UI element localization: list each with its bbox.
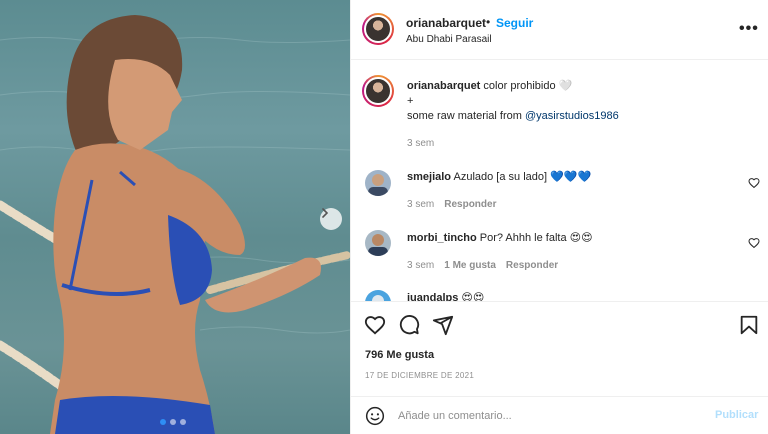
- comment-body: juandalps 😍😍: [407, 291, 484, 301]
- carousel-dot: [180, 419, 186, 425]
- caption-time[interactable]: 3 sem: [407, 138, 434, 149]
- comment-icon[interactable]: [398, 314, 420, 336]
- comment-avatar[interactable]: [365, 170, 391, 196]
- comments-list[interactable]: orianabarquet color prohibido 🤍 + some r…: [351, 61, 768, 301]
- post-comment-button[interactable]: Publicar: [715, 409, 758, 421]
- caption-text: color prohibido 🤍: [483, 80, 573, 92]
- caption-username[interactable]: orianabarquet: [407, 80, 480, 92]
- author-avatar[interactable]: [362, 13, 394, 45]
- post-actions: 796 Me gusta 17 DE DICIEMBRE DE 2021: [351, 301, 768, 396]
- send-icon[interactable]: [432, 314, 454, 336]
- post-photo[interactable]: [0, 0, 350, 434]
- comment-meta: 3 sem 1 Me gusta Responder: [407, 260, 558, 271]
- caption-mention-link[interactable]: @yasirstudios1986: [525, 110, 619, 122]
- likes-count[interactable]: 796 Me gusta: [365, 349, 434, 361]
- comment-likes-count[interactable]: 1 Me gusta: [444, 260, 496, 271]
- comment-like-heart-icon[interactable]: [748, 237, 760, 249]
- comment-input[interactable]: [398, 405, 698, 427]
- comment-like-heart-icon[interactable]: [748, 177, 760, 189]
- header-separator: •: [486, 15, 491, 29]
- caption-line-1: orianabarquet color prohibido 🤍: [407, 79, 572, 94]
- comment-time[interactable]: 3 sem: [407, 199, 434, 210]
- emoji-icon[interactable]: [365, 406, 385, 426]
- author-username[interactable]: orianabarquet: [406, 16, 486, 30]
- post-header: orianabarquet • Seguir Abu Dhabi Parasai…: [351, 0, 768, 60]
- comment-avatar[interactable]: [365, 290, 391, 301]
- carousel-dot: [170, 419, 176, 425]
- more-horizontal-icon[interactable]: •••: [739, 20, 759, 38]
- comment-text: 😍😍: [461, 292, 485, 301]
- caption-line-3: some raw material from @yasirstudios1986: [407, 109, 619, 124]
- comment-body: smejialo Azulado [a su lado] 💙💙💙: [407, 170, 591, 185]
- post-sidebar: orianabarquet • Seguir Abu Dhabi Parasai…: [350, 0, 768, 434]
- comment-body: morbi_tincho Por? Ahhh le falta 😍😍: [407, 231, 593, 246]
- comment-meta: 3 sem Responder: [407, 199, 496, 210]
- caption-line-2: +: [407, 95, 414, 107]
- comment-text: Por? Ahhh le falta 😍😍: [479, 232, 593, 244]
- heart-icon[interactable]: [364, 314, 386, 336]
- chevron-right-icon: [322, 208, 329, 218]
- carousel-next-button[interactable]: [320, 208, 342, 230]
- comment-avatar[interactable]: [365, 230, 391, 256]
- comment-username[interactable]: smejialo: [407, 171, 451, 183]
- post-date[interactable]: 17 DE DICIEMBRE DE 2021: [365, 371, 474, 380]
- photo-artwork: [0, 15, 350, 434]
- carousel-indicator: [160, 419, 186, 425]
- reply-button[interactable]: Responder: [506, 260, 558, 271]
- post-location[interactable]: Abu Dhabi Parasail: [406, 34, 492, 45]
- comment-username[interactable]: juandalps: [407, 292, 458, 301]
- comment-time[interactable]: 3 sem: [407, 260, 434, 271]
- reply-button[interactable]: Responder: [444, 199, 496, 210]
- add-comment-bar: Publicar: [351, 396, 768, 434]
- comment-username[interactable]: morbi_tincho: [407, 232, 477, 244]
- caption-avatar[interactable]: [362, 75, 394, 107]
- carousel-dot-active: [160, 419, 166, 425]
- caption-text-prefix: some raw material from: [407, 110, 525, 122]
- follow-button[interactable]: Seguir: [496, 16, 533, 30]
- comment-text: Azulado [a su lado] 💙💙💙: [453, 171, 592, 183]
- bookmark-icon[interactable]: [738, 314, 760, 336]
